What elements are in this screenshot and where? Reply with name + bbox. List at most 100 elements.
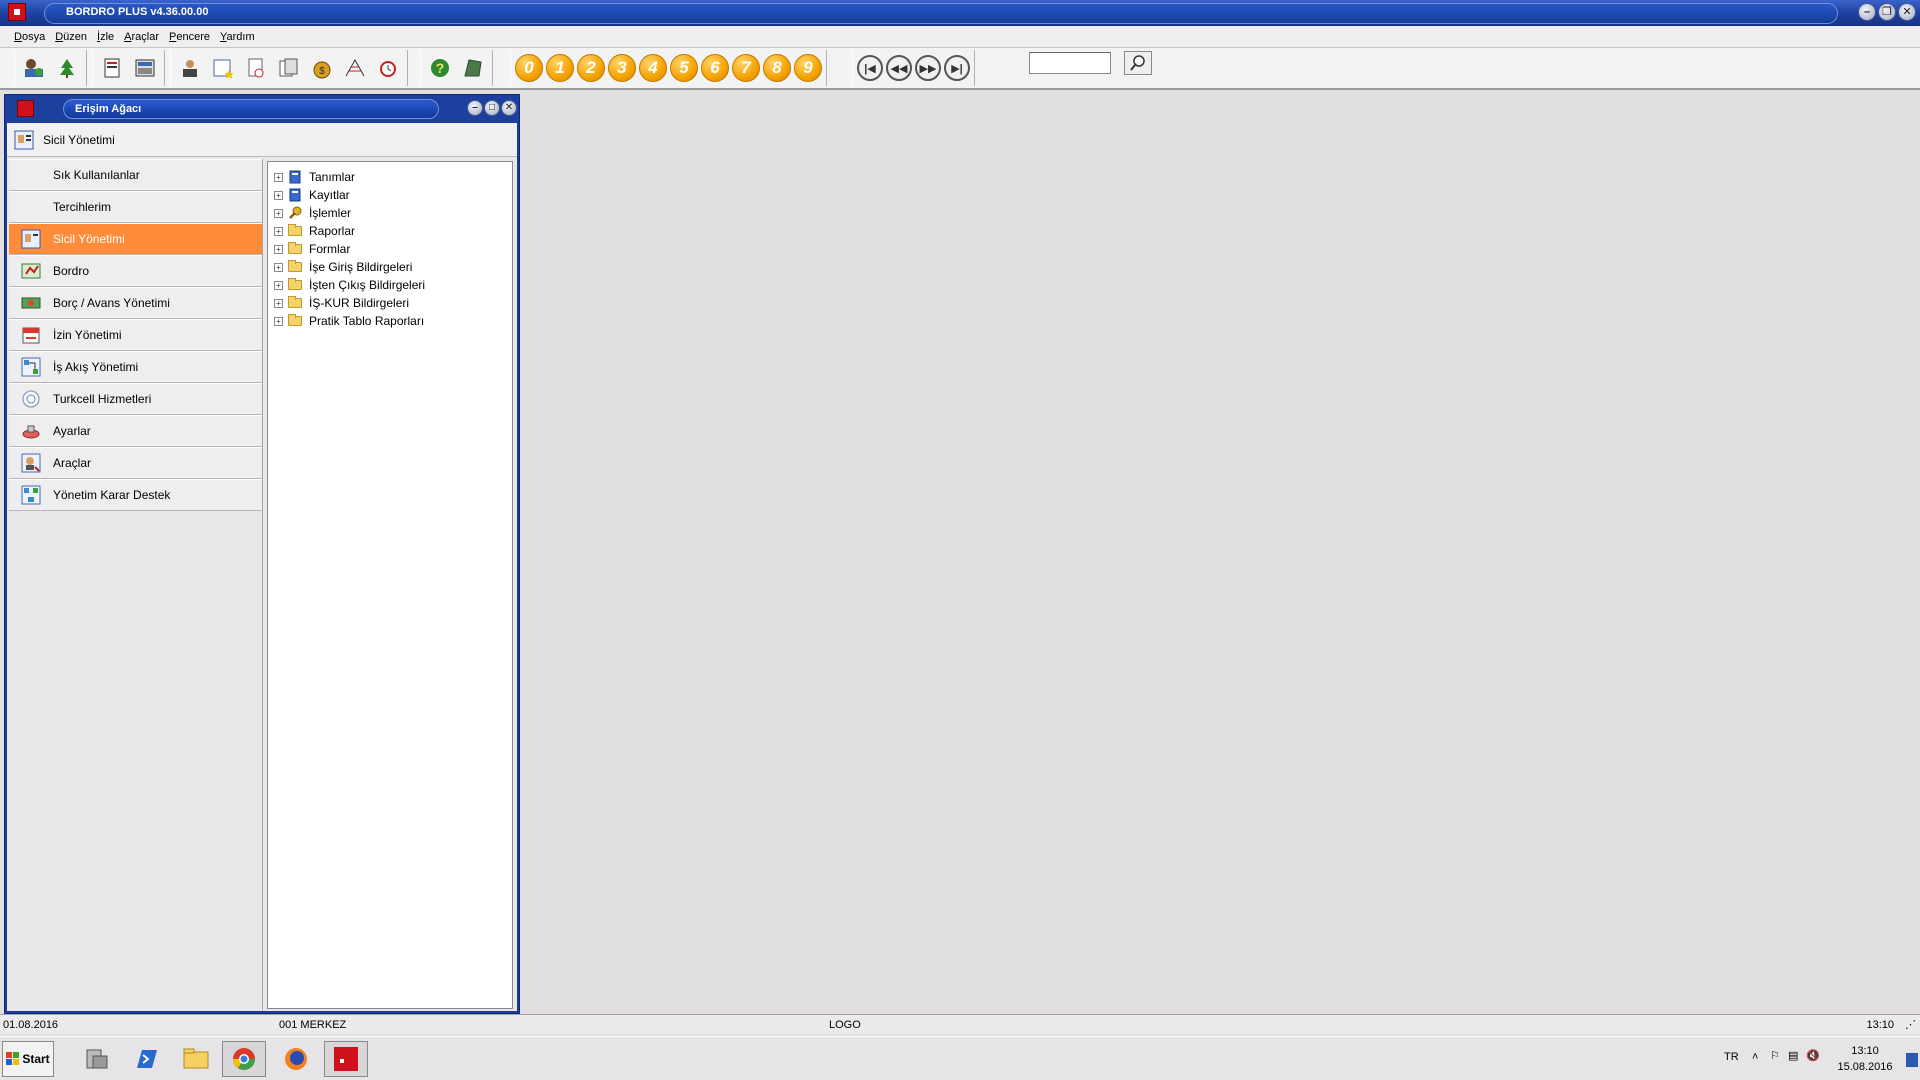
toolbar-search-input[interactable] <box>1029 52 1111 74</box>
expand-icon[interactable]: + <box>274 172 283 182</box>
alarm-clock-icon[interactable] <box>373 53 403 83</box>
bordro-plus-taskbar-icon[interactable] <box>324 1041 368 1077</box>
powershell-icon[interactable] <box>124 1041 168 1077</box>
next-record-button[interactable]: ▶▶ <box>915 55 941 81</box>
number-button-7[interactable]: 7 <box>732 54 760 82</box>
action-center-flag-icon[interactable]: ⚐ <box>1770 1049 1780 1062</box>
number-button-8[interactable]: 8 <box>763 54 791 82</box>
tree-node-hiring-declarations[interactable]: + İşe Giriş Bildirgeleri <box>268 258 512 276</box>
show-hidden-icons-icon[interactable]: ˄ <box>1752 1051 1758 1063</box>
tree-node-iskur-declarations[interactable]: + İŞ-KUR Bildirgeleri <box>268 294 512 312</box>
close-button[interactable]: ✕ <box>1898 3 1916 21</box>
leave-icon <box>22 327 40 344</box>
sidebar-item-preferences[interactable]: Tercihlerim <box>9 191 262 223</box>
sidebar-item-debt-advance[interactable]: Borç / Avans Yönetimi <box>9 287 262 319</box>
document-clock-icon[interactable] <box>241 53 271 83</box>
expand-icon[interactable]: + <box>274 208 283 218</box>
access-tree-window: Erişim Ağacı – □ ✕ Sicil Yönetimi Sık Ku… <box>4 94 520 1014</box>
language-indicator[interactable]: TR <box>1724 1051 1739 1063</box>
menu-duzen[interactable]: Düzen <box>55 31 87 43</box>
tree-node-forms[interactable]: + Formlar <box>268 240 512 258</box>
menu-pencere[interactable]: Pencere <box>169 31 210 43</box>
server-manager-icon[interactable] <box>74 1041 118 1077</box>
person-icon[interactable] <box>175 53 205 83</box>
menu-yardim[interactable]: Yardım <box>220 31 255 43</box>
print-icon[interactable] <box>97 53 127 83</box>
title-bar: BORDRO PLUS v4.36.00.00 – ❐ ✕ <box>0 0 1920 26</box>
firefox-icon[interactable] <box>274 1041 318 1077</box>
svg-text:?: ? <box>436 60 445 76</box>
sidebar-item-decision-support[interactable]: Yönetim Karar Destek <box>9 479 262 511</box>
folder-icon <box>288 314 302 326</box>
chrome-icon[interactable] <box>222 1041 266 1077</box>
expand-icon[interactable]: + <box>274 262 283 272</box>
clock-date[interactable]: 15.08.2016 <box>1830 1061 1900 1073</box>
expand-icon[interactable]: + <box>274 226 283 236</box>
restore-button[interactable]: ❐ <box>1878 3 1896 21</box>
sidebar-item-label: Ayarlar <box>53 424 91 438</box>
calculator-icon[interactable] <box>130 53 160 83</box>
company-icon[interactable] <box>19 53 49 83</box>
exit-icon[interactable] <box>458 53 488 83</box>
sidebar-item-personnel[interactable]: Sicil Yönetimi <box>9 223 262 255</box>
personnel-card-icon <box>14 130 34 149</box>
app-icon[interactable] <box>8 3 26 21</box>
tree-icon[interactable] <box>52 53 82 83</box>
tree-node-reports[interactable]: + Raporlar <box>268 222 512 240</box>
child-maximize-button[interactable]: □ <box>484 100 500 116</box>
network-icon[interactable]: ▤ <box>1788 1049 1798 1062</box>
file-explorer-icon[interactable] <box>174 1041 218 1077</box>
number-button-9[interactable]: 9 <box>794 54 822 82</box>
sidebar-item-workflow[interactable]: İş Akış Yönetimi <box>9 351 262 383</box>
menu-dosya[interactable]: Dosya <box>14 31 45 43</box>
tree-node-label: Tanımlar <box>309 170 356 184</box>
expand-icon[interactable]: + <box>274 280 283 290</box>
number-button-3[interactable]: 3 <box>608 54 636 82</box>
child-app-icon[interactable] <box>17 100 34 117</box>
calendar-star-icon[interactable] <box>208 53 238 83</box>
number-button-6[interactable]: 6 <box>701 54 729 82</box>
sidebar-item-tools[interactable]: Araçlar <box>9 447 262 479</box>
sidebar-item-leave[interactable]: İzin Yönetimi <box>9 319 262 351</box>
expand-icon[interactable]: + <box>274 298 283 308</box>
clock-time[interactable]: 13:10 <box>1830 1045 1900 1057</box>
sidebar-item-settings[interactable]: Ayarlar <box>9 415 262 447</box>
sidebar-item-payroll[interactable]: Bordro <box>9 255 262 287</box>
minimize-button[interactable]: – <box>1858 3 1876 21</box>
tree-node-operations[interactable]: + İşlemler <box>268 204 512 222</box>
tree-node-records[interactable]: + Kayıtlar <box>268 186 512 204</box>
folder-icon <box>288 224 302 236</box>
menu-araclar[interactable]: Araçlar <box>124 31 159 43</box>
money-bag-icon[interactable]: $ <box>307 53 337 83</box>
number-button-2[interactable]: 2 <box>577 54 605 82</box>
workflow-icon <box>21 357 41 377</box>
previous-record-button[interactable]: ◀◀ <box>886 55 912 81</box>
volume-muted-icon[interactable]: 🔇 <box>1806 1049 1820 1062</box>
expand-icon[interactable]: + <box>274 244 283 254</box>
number-button-4[interactable]: 4 <box>639 54 667 82</box>
help-icon[interactable]: ? <box>425 53 455 83</box>
tree-node-definitions[interactable]: + Tanımlar <box>268 168 512 186</box>
sidebar-item-favorites[interactable]: Sık Kullanılanlar <box>9 159 262 191</box>
sidebar-item-label: Bordro <box>53 264 90 278</box>
finish-flag-icon[interactable] <box>340 53 370 83</box>
last-record-button[interactable]: ▶| <box>944 55 970 81</box>
documents-icon[interactable] <box>274 53 304 83</box>
resize-grip-icon[interactable]: ⋰ <box>1905 1018 1916 1031</box>
first-record-button[interactable]: |◀ <box>857 55 883 81</box>
search-button[interactable] <box>1124 51 1152 75</box>
start-button[interactable]: Start <box>2 1041 54 1077</box>
sidebar-item-turkcell[interactable]: Turkcell Hizmetleri <box>9 383 262 415</box>
menu-izle[interactable]: İzle <box>97 31 114 43</box>
expand-icon[interactable]: + <box>274 190 283 200</box>
number-button-5[interactable]: 5 <box>670 54 698 82</box>
tree-node-practical-table-reports[interactable]: + Pratik Tablo Raporları <box>268 312 512 330</box>
decision-support-icon <box>21 485 41 505</box>
number-button-1[interactable]: 1 <box>546 54 574 82</box>
child-minimize-button[interactable]: – <box>467 100 483 116</box>
show-desktop-button[interactable] <box>1906 1053 1918 1067</box>
tree-node-termination-declarations[interactable]: + İşten Çıkış Bildirgeleri <box>268 276 512 294</box>
child-close-button[interactable]: ✕ <box>501 100 517 116</box>
expand-icon[interactable]: + <box>274 316 283 326</box>
number-button-0[interactable]: 0 <box>515 54 543 82</box>
